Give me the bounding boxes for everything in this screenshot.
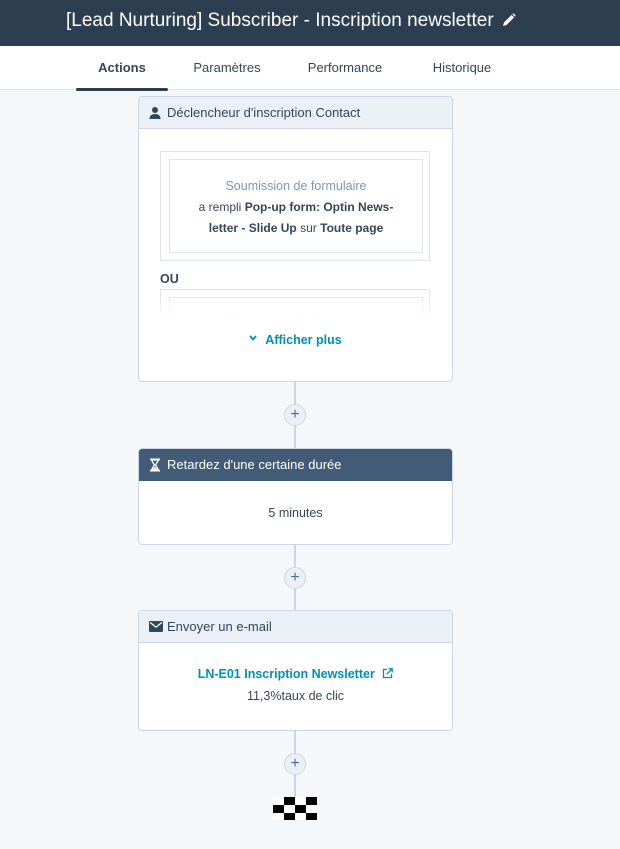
external-link-icon <box>383 668 394 679</box>
delay-value: 5 minutes <box>268 506 323 520</box>
enrollment-trigger-card[interactable]: Déclencheur d'inscription Contact Soumis… <box>138 96 453 382</box>
tab-bar: Actions Paramètres Performance Historiqu… <box>0 46 620 91</box>
add-action-button[interactable]: + <box>284 567 306 589</box>
filter-form-name-line2: letter - Slide Up <box>208 221 297 235</box>
top-bar: [Lead Nurturing] Subscriber - Inscriptio… <box>0 0 620 46</box>
filter-form-submission[interactable]: Soumission de formulaire a rempli Pop-up… <box>169 159 423 253</box>
tab-actions[interactable]: Actions <box>76 46 168 91</box>
filter-description: a rempli Pop-up form: Optin News- letter… <box>170 197 422 239</box>
filter-form-name-line1: Pop-up form: Optin News- <box>244 200 394 214</box>
tab-performance[interactable]: Performance <box>298 46 392 90</box>
filter-type: Soumission de formulaire <box>225 179 367 193</box>
envelope-icon <box>149 621 163 632</box>
click-rate: 11,3%taux de clic <box>246 689 345 703</box>
hourglass-icon <box>150 458 160 472</box>
delay-action-card[interactable]: Retardez d'une certaine durée 5 minutes <box>138 448 453 545</box>
add-action-button[interactable]: + <box>284 753 306 775</box>
contact-icon <box>149 107 161 119</box>
show-more-label: Afficher plus <box>265 333 342 347</box>
email-name: LN-E01 Inscription Newsletter <box>197 667 375 681</box>
delay-card-header: Retardez d'une certaine durée <box>139 449 452 481</box>
or-label: OU <box>160 272 179 286</box>
finish-flag-icon <box>273 797 317 820</box>
filter-prefix: a rempli <box>198 200 242 214</box>
tab-parametres[interactable]: Paramètres <box>186 46 268 90</box>
chevron-down-icon <box>249 335 257 341</box>
filter-group: Soumission de formulaire a rempli Pop-up… <box>160 151 430 261</box>
filter-page: Toute page <box>320 221 384 235</box>
delay-title: Retardez d'une certaine durée <box>167 457 342 472</box>
trigger-card-header: Déclencheur d'inscription Contact <box>139 97 452 129</box>
email-name-link[interactable]: LN-E01 Inscription Newsletter <box>139 667 452 681</box>
workflow-title: [Lead Nurturing] Subscriber - Inscriptio… <box>66 10 494 31</box>
tab-historique[interactable]: Historique <box>422 46 502 90</box>
email-card-header: Envoyer un e-mail <box>139 611 452 643</box>
pencil-icon[interactable] <box>501 12 517 28</box>
trigger-title: Déclencheur d'inscription Contact <box>167 105 361 120</box>
send-email-action-card[interactable]: Envoyer un e-mail LN-E01 Inscription New… <box>138 610 453 731</box>
add-action-button[interactable]: + <box>284 404 306 426</box>
email-title: Envoyer un e-mail <box>167 619 272 634</box>
filter-on: sur <box>300 221 317 235</box>
show-more-button[interactable]: Afficher plus <box>139 333 452 347</box>
fade-overlay <box>160 297 430 319</box>
